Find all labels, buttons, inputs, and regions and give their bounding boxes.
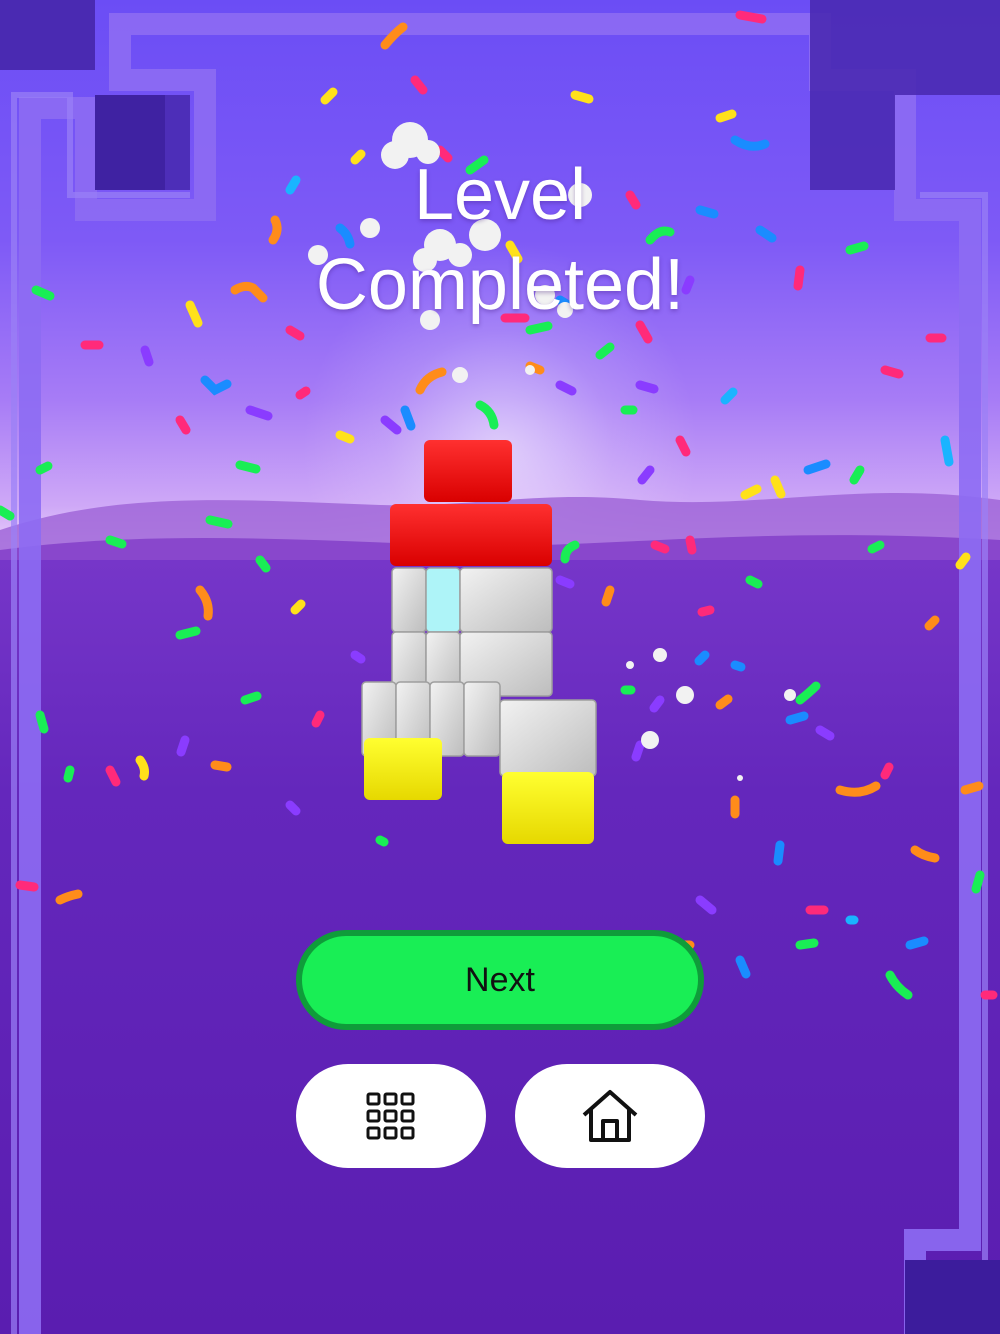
red-block-row [390, 504, 552, 566]
levels-button[interactable] [296, 1064, 486, 1168]
yellow-foot-left [364, 738, 442, 800]
home-icon [582, 1090, 638, 1142]
grid-icon [366, 1092, 415, 1140]
cyan-block [425, 567, 461, 633]
home-button[interactable] [515, 1064, 705, 1168]
title-line-1: Level [413, 155, 587, 235]
game-scene: Level Completed! Next [0, 0, 1000, 1334]
yellow-foot-right [502, 772, 594, 844]
red-block-top [424, 440, 512, 502]
next-button[interactable]: Next [296, 930, 704, 1030]
level-completed-title: Level Completed! [200, 150, 800, 330]
voxel-model [361, 440, 597, 844]
title-line-2: Completed! [315, 245, 685, 325]
next-button-label: Next [465, 960, 535, 999]
